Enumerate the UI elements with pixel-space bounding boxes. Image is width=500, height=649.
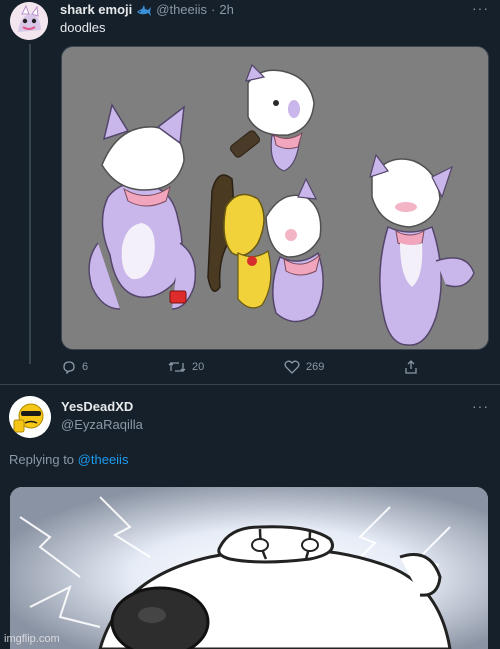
display-name[interactable]: shark emoji [60, 2, 132, 17]
reply-count: 6 [82, 361, 89, 373]
avatar-shark-emoji[interactable] [10, 2, 48, 40]
more-icon[interactable]: ··· [472, 0, 489, 16]
like-count: 269 [306, 361, 325, 373]
reply-user-handle[interactable]: @EyzaRaqilla [61, 417, 143, 432]
meme-illustration [10, 487, 488, 649]
reply-icon [63, 361, 75, 374]
thread-connector [29, 44, 31, 364]
tweet-header: shark emoji @theeiis · 2h [60, 2, 234, 17]
heart-icon [284, 360, 300, 374]
imgflip-watermark: imgflip.com [4, 633, 60, 645]
retweet-count: 20 [192, 361, 205, 373]
share-button[interactable] [404, 360, 418, 374]
tweet-text: doodles [60, 20, 106, 35]
shark-emoji-icon [136, 4, 152, 16]
user-handle[interactable]: @theeiis [156, 2, 207, 17]
retweet-button[interactable]: 20 [168, 360, 204, 374]
avatar-yesdeadxd[interactable] [9, 396, 51, 438]
share-icon [405, 360, 417, 374]
reply-button[interactable]: 6 [62, 360, 88, 374]
like-button[interactable]: 269 [284, 360, 324, 374]
replying-to-handle[interactable]: @theeiis [78, 452, 129, 467]
reply-display-name[interactable]: YesDeadXD [61, 399, 133, 414]
tweet-image[interactable] [61, 46, 489, 350]
more-icon[interactable]: ··· [472, 398, 489, 414]
doodle-illustration [62, 47, 488, 349]
timestamp[interactable]: 2h [219, 2, 233, 17]
reply-image[interactable] [10, 487, 488, 649]
retweet-icon [168, 362, 186, 372]
separator-dot: · [211, 2, 216, 17]
replying-to: Replying to @theeiis [9, 452, 128, 467]
tweet-divider [0, 384, 500, 385]
replying-to-label: Replying to [9, 452, 75, 467]
